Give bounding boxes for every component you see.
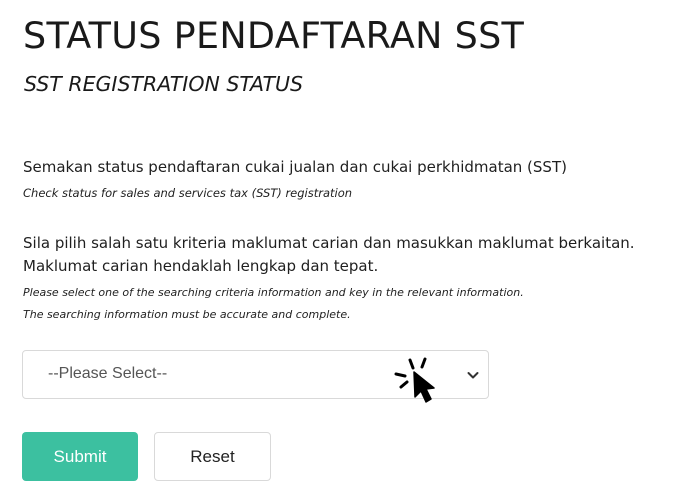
instructions-malay: Sila pilih salah satu kriteria maklumat … [23, 232, 635, 278]
click-cursor-icon [394, 357, 435, 403]
submit-button[interactable]: Submit [22, 432, 138, 481]
description-malay: Semakan status pendaftaran cukai jualan … [23, 158, 567, 176]
chevron-down-icon [467, 372, 479, 379]
instruction-line: The searching information must be accura… [23, 308, 351, 321]
description-english: Check status for sales and services tax … [23, 186, 353, 200]
page-title: STATUS PENDAFTARAN SST [23, 14, 525, 57]
reset-button[interactable]: Reset [154, 432, 271, 481]
instruction-line: Maklumat carian hendaklah lengkap dan te… [23, 257, 379, 275]
page-subtitle: SST REGISTRATION STATUS [24, 72, 304, 96]
sst-status-page: STATUS PENDAFTARAN SST SST REGISTRATION … [0, 0, 690, 487]
instruction-line: Please select one of the searching crite… [23, 286, 524, 299]
instructions-english: Please select one of the searching crite… [23, 282, 524, 326]
instruction-line: Sila pilih salah satu kriteria maklumat … [23, 234, 635, 252]
criteria-select-value: --Please Select-- [48, 365, 168, 382]
